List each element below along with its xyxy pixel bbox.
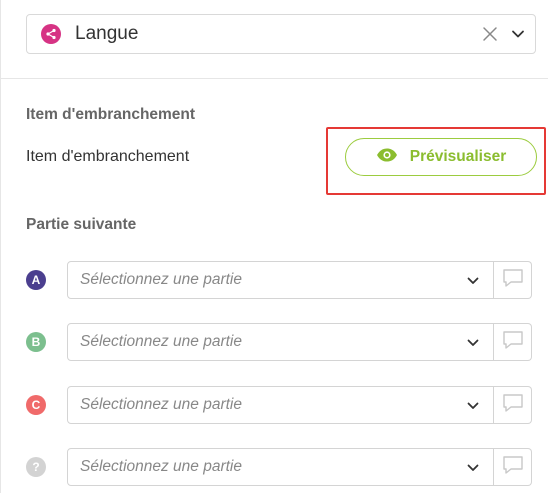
comment-button-a[interactable] bbox=[494, 261, 532, 299]
chevron-down-icon bbox=[466, 461, 480, 475]
chevron-down-icon[interactable] bbox=[510, 26, 526, 42]
question-select[interactable]: Langue bbox=[26, 14, 536, 54]
comment-button-unknown[interactable] bbox=[494, 448, 532, 486]
preview-button[interactable]: Prévisualiser bbox=[345, 138, 537, 176]
branch-item-section-title: Item d'embranchement bbox=[26, 106, 196, 123]
branch-icon bbox=[41, 24, 61, 44]
preview-button-label: Prévisualiser bbox=[409, 148, 507, 165]
part-select-a[interactable]: Sélectionnez une partie bbox=[67, 261, 494, 299]
branch-item-label: Item d'embranchement bbox=[26, 148, 190, 165]
panel-left-border bbox=[0, 0, 1, 493]
part-select-placeholder: Sélectionnez une partie bbox=[80, 271, 243, 288]
part-select-placeholder: Sélectionnez une partie bbox=[80, 458, 243, 475]
eye-icon bbox=[376, 148, 398, 167]
comment-icon bbox=[502, 330, 524, 355]
next-part-row: B Sélectionnez une partie bbox=[26, 323, 536, 361]
next-part-row: C Sélectionnez une partie bbox=[26, 386, 536, 424]
comment-icon bbox=[502, 268, 524, 293]
question-select-value: Langue bbox=[75, 23, 139, 44]
clear-icon[interactable] bbox=[481, 25, 499, 43]
comment-button-c[interactable] bbox=[494, 386, 532, 424]
chevron-down-icon bbox=[466, 336, 480, 350]
part-select-b[interactable]: Sélectionnez une partie bbox=[67, 323, 494, 361]
next-part-row: ? Sélectionnez une partie bbox=[26, 448, 536, 486]
part-select-placeholder: Sélectionnez une partie bbox=[80, 396, 243, 413]
badge-unknown: ? bbox=[26, 457, 46, 477]
badge-a: A bbox=[26, 270, 46, 290]
comment-button-b[interactable] bbox=[494, 323, 532, 361]
section-divider bbox=[0, 78, 548, 79]
next-part-section-title: Partie suivante bbox=[26, 216, 137, 233]
chevron-down-icon bbox=[466, 274, 480, 288]
next-part-row: A Sélectionnez une partie bbox=[26, 261, 536, 299]
part-select-unknown[interactable]: Sélectionnez une partie bbox=[67, 448, 494, 486]
part-select-placeholder: Sélectionnez une partie bbox=[80, 333, 243, 350]
part-select-c[interactable]: Sélectionnez une partie bbox=[67, 386, 494, 424]
comment-icon bbox=[502, 393, 524, 418]
badge-b: B bbox=[26, 332, 46, 352]
comment-icon bbox=[502, 455, 524, 480]
badge-c: C bbox=[26, 395, 46, 415]
chevron-down-icon bbox=[466, 399, 480, 413]
